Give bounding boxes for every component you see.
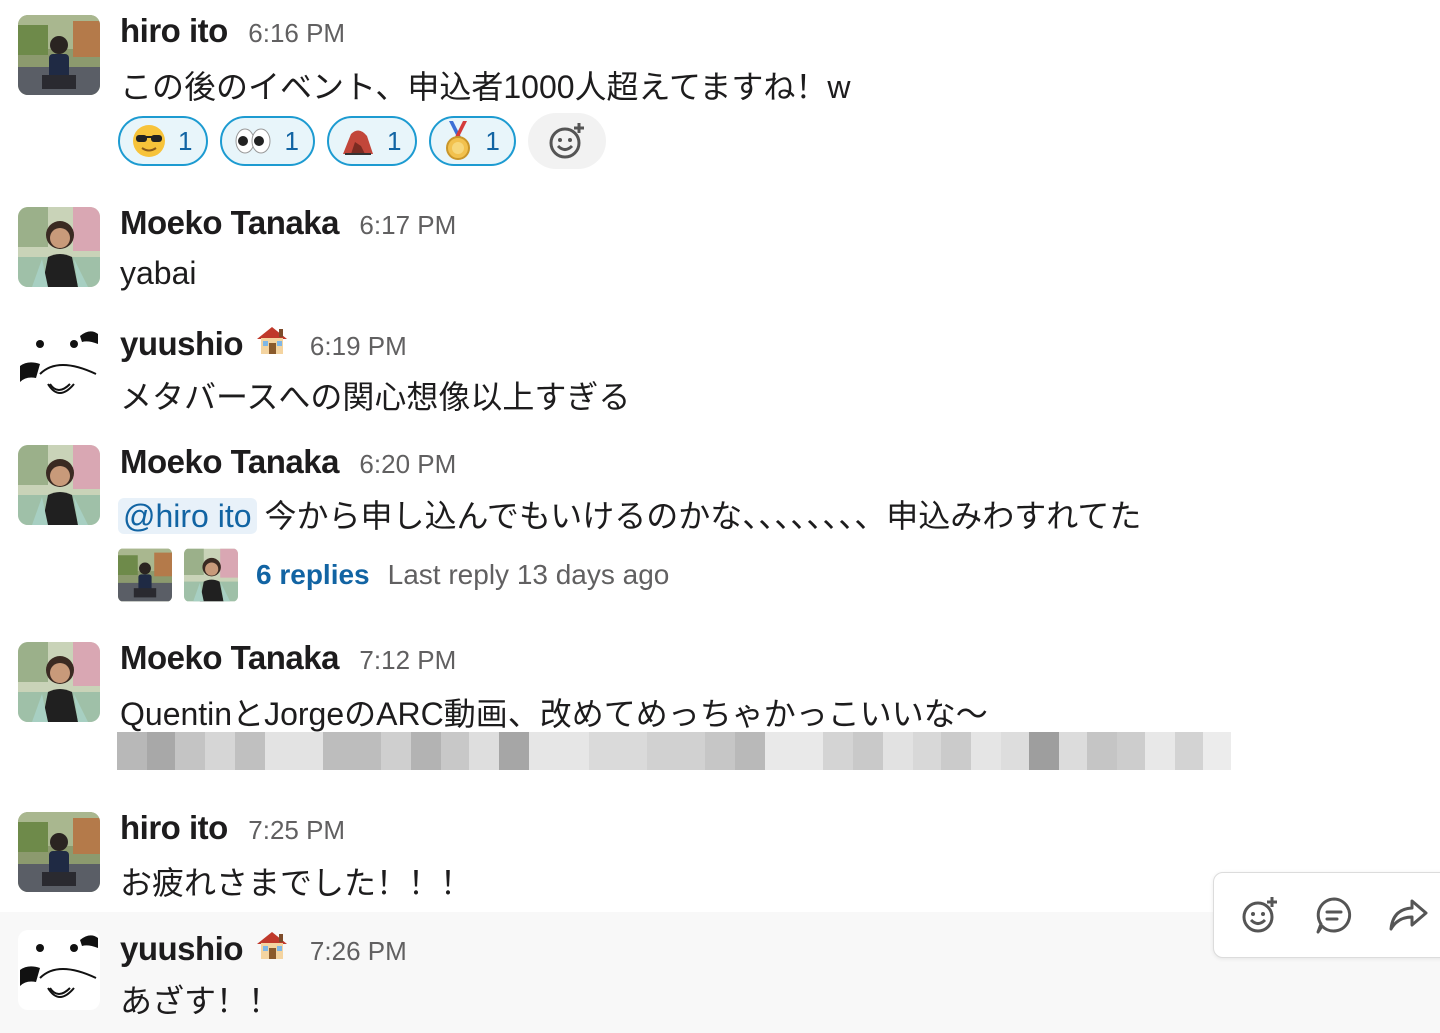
reaction-eyes[interactable]: 1: [220, 116, 315, 166]
share-icon: [1389, 899, 1428, 931]
thread-summary[interactable]: 6 replies Last reply 13 days ago: [118, 548, 669, 602]
message-text: この後のイベント、申込者1000人超えてますね！w: [120, 69, 851, 105]
avatar[interactable]: [18, 15, 100, 95]
redacted-link: [117, 732, 1287, 770]
reaction-fire-stone[interactable]: 1: [326, 116, 418, 166]
reaction-count: 1: [485, 125, 500, 156]
user-mention[interactable]: @hiro ito: [118, 498, 257, 534]
timestamp[interactable]: 6:16 PM: [248, 18, 345, 48]
medal-icon: [446, 121, 471, 160]
house-icon[interactable]: [255, 323, 289, 362]
message-text: メタバースへの関心想像以上すぎる: [120, 379, 631, 415]
avatar[interactable]: [18, 445, 100, 525]
thread-last-reply: Last reply 13 days ago: [387, 559, 670, 590]
add-reaction-button[interactable]: [1238, 893, 1282, 937]
reaction-sunglasses[interactable]: 1: [118, 116, 209, 166]
reactions-bar: 1 1 1 1: [118, 113, 606, 169]
author-name[interactable]: hiro ito: [120, 12, 228, 49]
author-name[interactable]: Moeko Tanaka: [120, 639, 339, 676]
message-text: 今から申し込んでもいけるのかな、、、、、、、、申込みわすれてた: [264, 498, 1142, 534]
reaction-medal[interactable]: 1: [429, 116, 516, 166]
author-name[interactable]: yuushio: [120, 325, 244, 362]
reply-thread-icon: [1316, 897, 1352, 934]
message-actions-toolbar: [1213, 872, 1440, 958]
reaction-count: 1: [284, 125, 299, 156]
timestamp[interactable]: 7:25 PM: [248, 815, 345, 845]
author-name[interactable]: hiro ito: [120, 809, 228, 846]
message-text: あざす！！: [120, 983, 281, 1019]
avatar[interactable]: [18, 930, 100, 1010]
add-reaction-icon: [1242, 897, 1277, 933]
timestamp[interactable]: 7:26 PM: [310, 936, 407, 966]
author-name[interactable]: Moeko Tanaka: [120, 204, 339, 241]
thread-participant-avatar: [184, 548, 238, 602]
eyes-icon: [235, 128, 271, 154]
avatar[interactable]: [18, 812, 100, 892]
add-reaction-icon: [549, 123, 584, 159]
sunglasses-face-icon: [133, 125, 165, 157]
author-name[interactable]: Moeko Tanaka: [120, 443, 339, 480]
message-text: QuentinとJorgeのARC動画、改めてめっちゃかっこいいな〜: [120, 696, 988, 732]
reaction-count: 1: [386, 125, 402, 156]
author-name[interactable]: yuushio: [120, 930, 244, 967]
avatar[interactable]: [18, 326, 100, 406]
reply-in-thread-button[interactable]: [1312, 893, 1356, 937]
message-text: お疲れさまでした！！！: [120, 865, 473, 901]
house-icon[interactable]: [255, 928, 289, 967]
fire-stone-icon: [342, 130, 373, 155]
message-text-row: @hiro ito 今から申し込んでもいけるのかな、、、、、、、、申込みわすれてた: [118, 491, 1142, 537]
avatar[interactable]: [18, 642, 100, 722]
thread-participant-avatar: [118, 548, 172, 602]
reaction-count: 1: [178, 125, 193, 156]
timestamp[interactable]: 6:20 PM: [359, 449, 456, 479]
thread-replies-link[interactable]: 6 replies: [256, 559, 370, 591]
add-reaction-button[interactable]: [527, 113, 606, 169]
timestamp[interactable]: 7:12 PM: [359, 645, 456, 675]
timestamp[interactable]: 6:17 PM: [359, 210, 456, 240]
share-message-button[interactable]: [1386, 893, 1430, 937]
avatar[interactable]: [18, 207, 100, 287]
timestamp[interactable]: 6:19 PM: [310, 331, 407, 361]
message-text: yabai: [120, 255, 197, 291]
